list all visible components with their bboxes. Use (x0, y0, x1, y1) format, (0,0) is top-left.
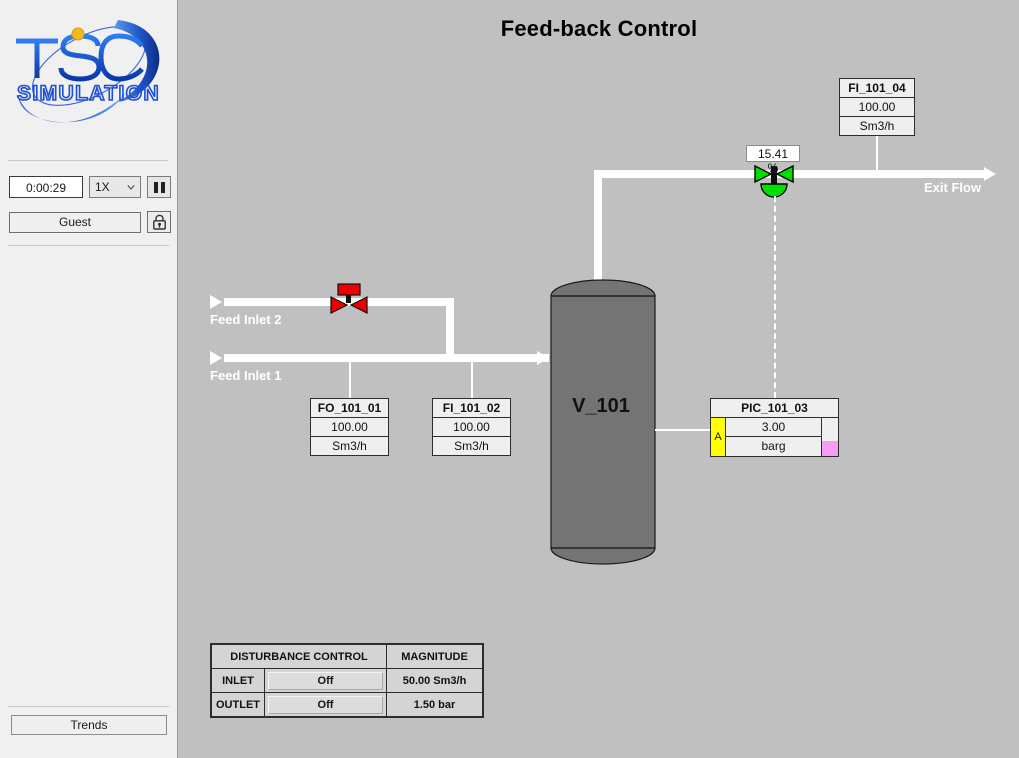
sidebar-divider-middle (8, 245, 169, 246)
user-button[interactable]: Guest (9, 211, 141, 233)
vessel-label: V_101 (572, 395, 630, 417)
table-header-row: DISTURBANCE CONTROL MAGNITUDE (211, 644, 483, 669)
label-feed-inlet-1: Feed Inlet 1 (210, 368, 282, 383)
process-diagram-canvas: Feed-back Control FI_101_04 100.00 Sm3/h… (179, 0, 1019, 758)
label-exit-flow: Exit Flow (924, 180, 982, 195)
tag-value: 100.00 (311, 418, 388, 437)
sidebar-divider-top (8, 160, 168, 161)
tag-value: 100.00 (433, 418, 510, 437)
tag-name: FI_101_04 (840, 79, 914, 98)
table-row: INLET Off 50.00 Sm3/h (211, 668, 483, 693)
row-label-inlet: INLET (211, 668, 265, 693)
pause-icon-bar-left (153, 181, 158, 193)
application-window: SIMULATION 0:00:29 1X Guest Trends Feed-… (0, 0, 1019, 758)
tsc-simulation-logo: SIMULATION (0, 0, 177, 152)
pipe-feed-2-dropleg (446, 298, 454, 356)
outlet-disturbance-toggle[interactable]: Off (268, 695, 383, 714)
tag-name: FI_101_02 (433, 399, 510, 418)
arrow-feed-inlet-2 (210, 295, 222, 309)
signal-line-fi-101-02 (471, 360, 473, 398)
pause-icon-bar-right (160, 181, 165, 193)
simulation-controls-row: 0:00:29 1X (9, 176, 171, 198)
tag-name: FO_101_01 (311, 399, 388, 418)
table-row: OUTLET Off 1.50 bar (211, 692, 483, 717)
disturbance-control-table: DISTURBANCE CONTROL MAGNITUDE INLET Off … (210, 643, 484, 718)
tag-unit: Sm3/h (332, 439, 367, 453)
tag-unit: barg (761, 439, 786, 453)
inlet-disturbance-toggle[interactable]: Off (268, 671, 383, 690)
output-bargraph-fill (822, 441, 838, 456)
user-controls-row: Guest (9, 211, 171, 233)
alarm-indicator: A (711, 418, 726, 456)
sidebar: SIMULATION 0:00:29 1X Guest Trends (0, 0, 178, 758)
pipe-vessel-riser (594, 170, 602, 282)
tag-name: PIC_101_03 (711, 399, 838, 418)
svg-text:SIMULATION: SIMULATION (17, 82, 160, 105)
tag-value: 100.00 (840, 98, 914, 117)
inlet-valve-icon[interactable] (329, 283, 369, 317)
tag-block-fi-101-02[interactable]: FI_101_02 100.00 Sm3/h (432, 398, 511, 456)
sidebar-divider-bottom (8, 706, 169, 707)
speed-select-value: 1X (95, 180, 110, 194)
tag-value: 3.00 (726, 418, 821, 437)
tag-unit: Sm3/h (454, 439, 489, 453)
tag-block-fi-101-04[interactable]: FI_101_04 100.00 Sm3/h (839, 78, 915, 136)
page-title: Feed-back Control (500, 16, 698, 41)
header-magnitude: MAGNITUDE (386, 644, 483, 669)
outlet-magnitude[interactable]: 1.50 bar (386, 692, 483, 717)
arrow-feed-inlet-1 (210, 351, 222, 365)
row-label-outlet: OUTLET (211, 692, 265, 717)
simulation-timer: 0:00:29 (9, 176, 83, 198)
inlet-magnitude[interactable]: 50.00 Sm3/h (386, 668, 483, 693)
tag-block-fo-101-01[interactable]: FO_101_01 100.00 Sm3/h (310, 398, 389, 456)
outlet-disturbance-toggle-cell: Off (264, 692, 387, 717)
pause-button[interactable] (147, 176, 171, 198)
speed-select[interactable]: 1X (89, 176, 141, 198)
tag-unit: Sm3/h (859, 119, 895, 133)
output-bargraph (821, 418, 838, 456)
vessel-v-101[interactable] (547, 278, 659, 566)
header-disturbance-control: DISTURBANCE CONTROL (211, 644, 387, 669)
control-signal-line (774, 196, 776, 398)
control-valve-icon[interactable] (753, 160, 795, 198)
label-feed-inlet-2: Feed Inlet 2 (210, 312, 282, 327)
arrow-feed-into-vessel (537, 351, 549, 365)
pipe-pressure-tap (655, 429, 712, 431)
tag-block-pic-101-03[interactable]: PIC_101_03 A 3.00 barg (710, 398, 839, 457)
inlet-disturbance-toggle-cell: Off (264, 668, 387, 693)
padlock-icon (152, 214, 166, 230)
pipe-feed-inlet-1 (224, 354, 549, 362)
chevron-down-icon (127, 185, 135, 190)
trends-button[interactable]: Trends (11, 715, 167, 735)
signal-line-fo-101-01 (349, 360, 351, 398)
logo-icon: SIMULATION (16, 20, 160, 123)
arrow-exit-flow (984, 167, 996, 181)
lock-button[interactable] (147, 211, 171, 233)
